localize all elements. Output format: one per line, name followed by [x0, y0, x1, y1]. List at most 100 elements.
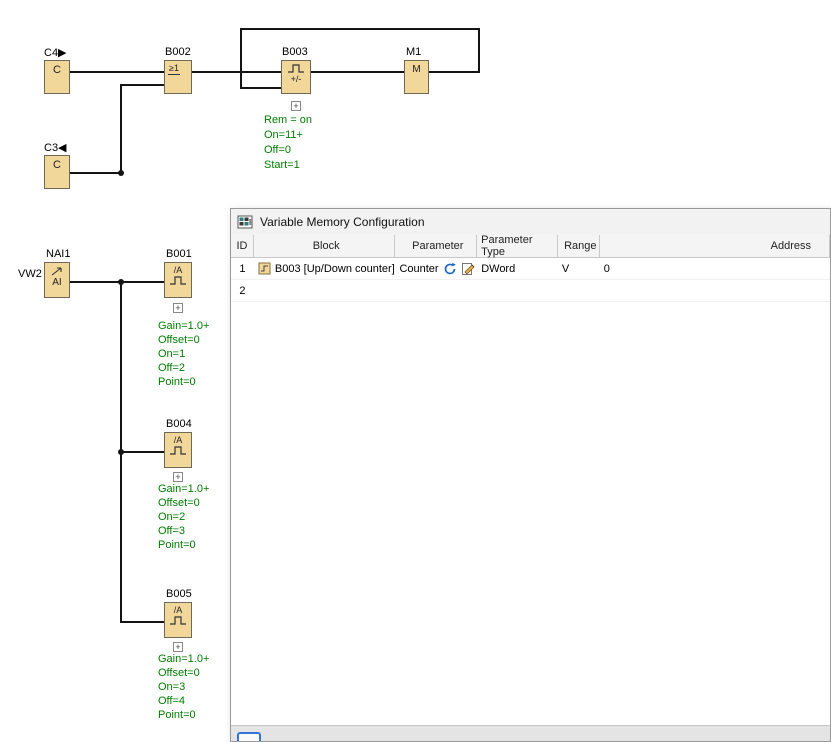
expand-parameters-icon[interactable]: + [173, 303, 183, 313]
cell-address[interactable] [600, 280, 830, 301]
analog-slash-symbol: /A [174, 605, 183, 615]
param-line: Gain=1.0+ [158, 652, 209, 666]
edit-icon[interactable] [461, 261, 476, 276]
table-row[interactable]: 1 B003 [Up/Down counter] Counter [231, 258, 830, 280]
param-line: Offset=0 [158, 496, 209, 510]
param-line: Rem = on [264, 113, 312, 128]
block-label-nai1: NAI1 [46, 248, 70, 260]
column-header-range: Range [558, 235, 600, 257]
b004-parameter-text: Gain=1.0+ Offset=0 On=2 Off=3 Point=0 [158, 482, 209, 552]
param-line: Off=0 [264, 143, 312, 158]
wire-segment [240, 28, 480, 30]
column-header-block: Block [254, 235, 396, 257]
refresh-icon[interactable] [443, 262, 457, 276]
wire-segment [120, 84, 122, 174]
mini-block-icon [258, 262, 271, 275]
param-line: Gain=1.0+ [158, 319, 209, 333]
dialog-title: Variable Memory Configuration [260, 215, 425, 229]
block-label-c4: C4▶ [44, 46, 67, 59]
pulse-symbol-icon [169, 275, 187, 285]
param-line: Offset=0 [158, 333, 209, 347]
expand-parameters-icon[interactable]: + [291, 101, 301, 111]
block-b004-analog-threshold[interactable]: /A [164, 432, 192, 468]
block-label-b004: B004 [166, 418, 192, 430]
table-header-row: ID Block Parameter Parameter Type Range … [231, 235, 830, 258]
cell-id[interactable]: 1 [231, 258, 254, 279]
wire-segment [120, 621, 164, 623]
analog-input-symbol: AI [52, 277, 61, 288]
expand-parameters-icon[interactable]: + [173, 642, 183, 652]
cell-block[interactable]: B003 [Up/Down counter] [254, 258, 396, 279]
junction-dot [118, 449, 124, 455]
wire-segment [192, 71, 281, 73]
column-header-address: Address [600, 235, 830, 257]
pulse-symbol-icon [169, 615, 187, 625]
block-b003-updown-counter[interactable]: +/- [281, 60, 311, 94]
param-line: On=2 [158, 510, 209, 524]
wire-segment [240, 87, 281, 89]
param-line: Offset=0 [158, 666, 209, 680]
wire-segment [70, 172, 121, 174]
column-header-parameter-type: Parameter Type [477, 235, 558, 257]
table-row[interactable]: 2 [231, 280, 830, 302]
cell-parameter-type[interactable] [477, 280, 558, 301]
wire-segment [120, 451, 164, 453]
block-c3[interactable]: C [44, 155, 70, 189]
cell-block[interactable] [254, 280, 396, 301]
ok-button[interactable] [237, 732, 261, 742]
cell-parameter[interactable] [395, 280, 477, 301]
wire-segment [120, 84, 164, 86]
block-b005-analog-threshold[interactable]: /A [164, 602, 192, 638]
cell-id[interactable]: 2 [231, 280, 254, 301]
param-line: Point=0 [158, 538, 209, 552]
wire-segment [478, 28, 480, 73]
param-line: Point=0 [158, 708, 209, 722]
param-line: Off=4 [158, 694, 209, 708]
cell-range[interactable] [558, 280, 600, 301]
wire-segment [70, 281, 164, 283]
block-c4[interactable]: C [44, 60, 70, 94]
pin-label-vw2: VW2 [18, 268, 42, 280]
block-label-c3: C3◀ [44, 141, 67, 154]
expand-parameters-icon[interactable]: + [173, 472, 183, 482]
cell-address[interactable]: 0 [600, 258, 830, 279]
param-line: Gain=1.0+ [158, 482, 209, 496]
block-label-b003: B003 [282, 46, 308, 58]
wire-segment [429, 71, 480, 73]
b003-parameter-text: Rem = on On=11+ Off=0 Start=1 [264, 113, 312, 173]
cursor-key-symbol: C [53, 64, 61, 76]
param-line: On=11+ [264, 128, 312, 143]
block-nai1-analog-input[interactable]: AI [44, 262, 70, 298]
param-line: On=1 [158, 347, 209, 361]
block-b001-analog-threshold[interactable]: /A [164, 262, 192, 298]
or-gate-symbol: ≥1 [168, 63, 180, 75]
plus-minus-symbol: +/- [291, 74, 302, 84]
block-label-m1: M1 [406, 46, 421, 58]
fbd-canvas: C4▶ C B002 ≥1 B003 +/- M1 M C3◀ C NAI1 V… [0, 0, 831, 742]
cell-range[interactable]: V [558, 258, 600, 279]
param-line: Point=0 [158, 375, 209, 389]
analog-slash-symbol: /A [174, 435, 183, 445]
block-label-b001: B001 [166, 248, 192, 260]
cell-parameter[interactable]: Counter [395, 258, 477, 279]
pulse-symbol-icon [169, 445, 187, 455]
junction-dot [118, 170, 124, 176]
block-m1-marker[interactable]: M [404, 60, 429, 94]
cursor-key-symbol: C [53, 159, 61, 171]
cell-parameter-type[interactable]: DWord [477, 258, 558, 279]
variable-memory-configuration-dialog: Variable Memory Configuration ID Block P… [230, 208, 831, 742]
wire-segment [70, 71, 164, 73]
block-label-b002: B002 [165, 46, 191, 58]
dialog-titlebar[interactable]: Variable Memory Configuration [231, 209, 830, 235]
analog-slash-symbol: /A [174, 265, 183, 275]
param-line: Start=1 [264, 158, 312, 173]
param-line: On=3 [158, 680, 209, 694]
wire-segment [311, 71, 404, 73]
param-line: Off=2 [158, 361, 209, 375]
b001-parameter-text: Gain=1.0+ Offset=0 On=1 Off=2 Point=0 [158, 319, 209, 389]
cell-block-text: B003 [Up/Down counter] [275, 263, 395, 275]
block-b002-or[interactable]: ≥1 [164, 60, 192, 94]
analog-arrow-icon [50, 265, 64, 276]
dialog-footer [231, 725, 830, 741]
block-label-b005: B005 [166, 588, 192, 600]
